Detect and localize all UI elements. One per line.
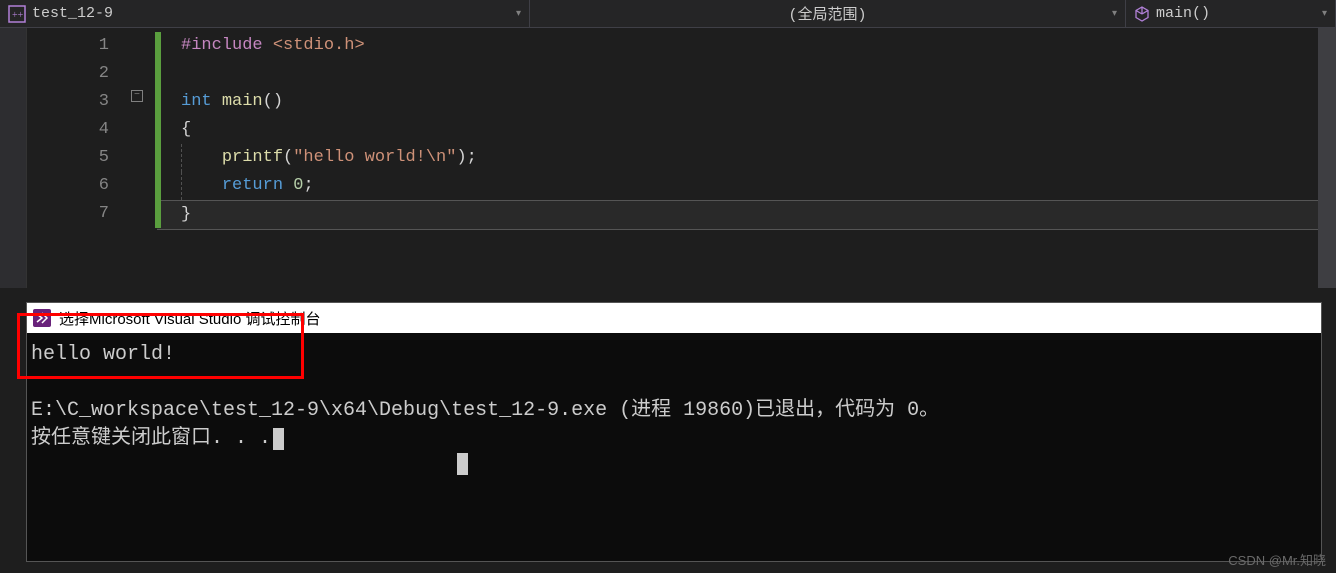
code-content[interactable]: #include <stdio.h> int main() { printf("…	[157, 28, 1336, 288]
line-number-gutter: 1 2 3 4 5 6 7	[27, 28, 127, 288]
cursor-icon	[273, 428, 284, 450]
code-line: printf("hello world!\n");	[181, 144, 1336, 172]
console-title: 选择Microsoft Visual Studio 调试控制台	[59, 308, 320, 329]
function-dropdown[interactable]: main() ▾	[1126, 0, 1336, 27]
debug-console-window: 选择Microsoft Visual Studio 调试控制台 hello wo…	[26, 302, 1322, 562]
svg-text:++: ++	[12, 10, 24, 21]
vertical-scrollbar[interactable]	[1318, 28, 1336, 288]
line-number: 1	[27, 32, 127, 60]
line-number: 6	[27, 172, 127, 200]
function-label: main()	[1156, 5, 1318, 22]
code-line	[181, 60, 1336, 88]
line-number: 5	[27, 144, 127, 172]
editor-left-margin	[0, 28, 27, 288]
code-editor[interactable]: 1 2 3 4 5 6 7 − #include <stdio.h> int m…	[0, 28, 1336, 288]
code-line-active: }	[157, 200, 1336, 230]
cpp-file-icon: ++	[8, 5, 26, 23]
line-number: 2	[27, 60, 127, 88]
scope-label: (全局范围)	[538, 3, 1117, 24]
navigation-bar: ++ test_12-9 ▾ (全局范围) ▾ main() ▾	[0, 0, 1336, 28]
console-line: 按任意键关闭此窗口. . .	[31, 425, 1317, 453]
change-indicator	[155, 32, 161, 228]
chevron-down-icon: ▾	[1322, 8, 1327, 20]
file-scope-label: test_12-9	[32, 5, 512, 22]
code-line: #include <stdio.h>	[181, 32, 1336, 60]
watermark: CSDN @Mr.知晓	[1228, 550, 1326, 569]
line-number: 3	[27, 88, 127, 116]
console-output[interactable]: hello world! E:\C_workspace\test_12-9\x6…	[27, 333, 1321, 461]
vs-console-icon	[33, 309, 51, 327]
line-number: 7	[27, 200, 127, 228]
global-scope-dropdown[interactable]: (全局范围) ▾	[530, 0, 1126, 27]
fold-gutter: −	[127, 28, 157, 288]
console-titlebar[interactable]: 选择Microsoft Visual Studio 调试控制台	[27, 303, 1321, 333]
file-scope-dropdown[interactable]: ++ test_12-9 ▾	[0, 0, 530, 27]
console-blank-line	[31, 369, 1317, 397]
code-line: return 0;	[181, 172, 1336, 200]
code-line: int main()	[181, 88, 1336, 116]
line-number: 4	[27, 116, 127, 144]
console-line: hello world!	[31, 341, 1317, 369]
cursor-icon	[457, 453, 468, 475]
chevron-down-icon: ▾	[1112, 8, 1117, 20]
fold-collapse-icon[interactable]: −	[131, 90, 143, 102]
method-icon	[1134, 6, 1150, 22]
chevron-down-icon: ▾	[516, 8, 521, 20]
code-line: {	[181, 116, 1336, 144]
console-line: E:\C_workspace\test_12-9\x64\Debug\test_…	[31, 397, 1317, 425]
